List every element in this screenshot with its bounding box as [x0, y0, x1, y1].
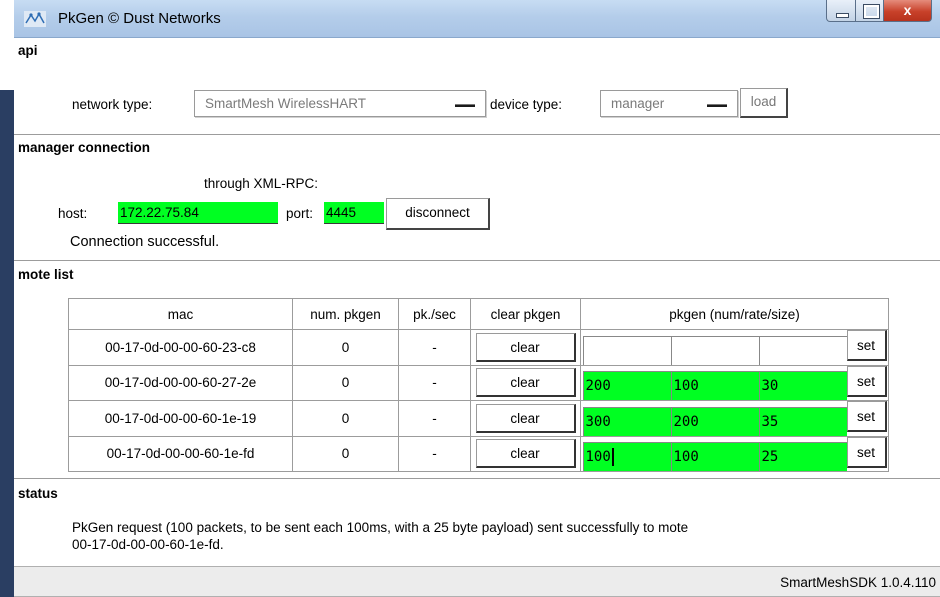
window-title: PkGen © Dust Networks	[58, 10, 221, 27]
disconnect-button[interactable]: disconnect	[386, 198, 490, 230]
mote-table: mac num. pkgen pk./sec clear pkgen pkgen…	[68, 298, 889, 472]
num-pkgen-value: 0	[292, 364, 399, 401]
api-section-title: api	[18, 43, 38, 58]
num-pkgen-value: 0	[292, 329, 399, 366]
dropdown-indicator-icon	[455, 104, 475, 107]
pkgen-size-input[interactable]: 35	[758, 406, 847, 436]
table-header-row: mac num. pkgen pk./sec clear pkgen pkgen…	[68, 298, 889, 330]
connection-status-text: Connection successful.	[70, 234, 220, 250]
text-cursor	[611, 448, 614, 466]
table-row: 00-17-0d-00-00-60-1e-fd 0 - clear 100 100…	[68, 435, 889, 472]
pkgen-num-value: 100	[585, 449, 611, 465]
pkgen-num-input[interactable]: 200	[582, 371, 671, 400]
status-section-title: status	[14, 478, 940, 501]
clear-button[interactable]: clear	[475, 403, 576, 433]
pkgen-num-input[interactable]: 300	[582, 406, 671, 436]
pkgen-size-input[interactable]: 25	[758, 442, 847, 471]
set-button[interactable]: set	[846, 401, 887, 432]
device-type-label: device type:	[490, 97, 563, 112]
col-header-mac: mac	[68, 298, 293, 330]
col-header-pkgen-config: pkgen (num/rate/size)	[580, 298, 889, 330]
port-label: port:	[286, 206, 314, 221]
pkgen-rate-input[interactable]	[670, 335, 759, 365]
left-window-frame	[0, 90, 14, 597]
num-pkgen-value: 0	[292, 435, 399, 472]
table-row: 00-17-0d-00-00-60-1e-19 0 - clear 300 200…	[68, 400, 889, 437]
clear-button[interactable]: clear	[475, 332, 576, 362]
network-type-value: SmartMesh WirelessHART	[205, 96, 367, 111]
set-button[interactable]: set	[846, 436, 887, 468]
table-row: 00-17-0d-00-00-60-27-2e 0 - clear 200 100…	[68, 364, 889, 401]
col-header-num-pkgen: num. pkgen	[292, 298, 399, 330]
mote-list-section-title: mote list	[14, 260, 940, 282]
pkgen-rate-input[interactable]: 100	[670, 371, 759, 400]
sdk-version: SmartMeshSDK 1.0.4.110	[780, 575, 936, 590]
close-button[interactable]: x	[884, 0, 932, 22]
mote-mac: 00-17-0d-00-00-60-1e-fd	[68, 435, 293, 472]
device-type-value: manager	[611, 96, 665, 111]
load-button[interactable]: load	[740, 88, 788, 118]
status-message-line2: 00-17-0d-00-00-60-1e-fd.	[72, 537, 224, 552]
num-pkgen-value: 0	[292, 400, 399, 437]
mote-mac: 00-17-0d-00-00-60-1e-19	[68, 400, 293, 437]
pk-sec-value: -	[398, 435, 471, 472]
set-button[interactable]: set	[846, 365, 887, 397]
status-bar: SmartMeshSDK 1.0.4.110	[14, 566, 940, 597]
host-label: host:	[58, 206, 88, 221]
pk-sec-value: -	[398, 364, 471, 401]
status-message-line1: PkGen request (100 packets, to be sent e…	[72, 520, 689, 535]
set-button[interactable]: set	[846, 330, 887, 361]
pkgen-rate-input[interactable]: 100	[670, 442, 759, 471]
dropdown-indicator-icon	[707, 104, 727, 107]
app-icon	[24, 11, 46, 27]
pkgen-size-input[interactable]	[758, 335, 847, 365]
port-input[interactable]: 4445	[324, 202, 384, 224]
network-type-label: network type:	[72, 97, 153, 112]
manager-connection-section-title: manager connection	[14, 134, 940, 155]
window-controls: x	[826, 0, 932, 24]
clear-button[interactable]: clear	[475, 439, 576, 469]
xml-rpc-label: through XML-RPC:	[204, 176, 319, 191]
pkgen-rate-input[interactable]: 200	[670, 406, 759, 436]
mote-mac: 00-17-0d-00-00-60-27-2e	[68, 364, 293, 401]
maximize-button[interactable]	[856, 0, 884, 22]
table-row: 00-17-0d-00-00-60-23-c8 0 - clear set	[68, 329, 889, 366]
network-type-dropdown[interactable]: SmartMesh WirelessHART	[194, 90, 486, 117]
col-header-pk-sec: pk./sec	[398, 298, 471, 330]
app-window: api network type: SmartMesh WirelessHART…	[14, 38, 940, 597]
pk-sec-value: -	[398, 400, 471, 437]
pkgen-size-input[interactable]: 30	[758, 371, 847, 400]
mote-mac: 00-17-0d-00-00-60-23-c8	[68, 329, 293, 366]
pk-sec-value: -	[398, 329, 471, 366]
device-type-dropdown[interactable]: manager	[600, 90, 738, 117]
title-bar: PkGen © Dust Networks x	[14, 0, 940, 38]
col-header-clear-pkgen: clear pkgen	[470, 298, 581, 330]
host-input[interactable]: 172.22.75.84	[118, 202, 278, 224]
clear-button[interactable]: clear	[475, 368, 576, 398]
left-frame-top	[0, 0, 14, 90]
pkgen-num-input-focused[interactable]: 100	[582, 442, 671, 471]
minimize-button[interactable]	[826, 0, 856, 22]
pkgen-num-input[interactable]	[582, 335, 671, 365]
